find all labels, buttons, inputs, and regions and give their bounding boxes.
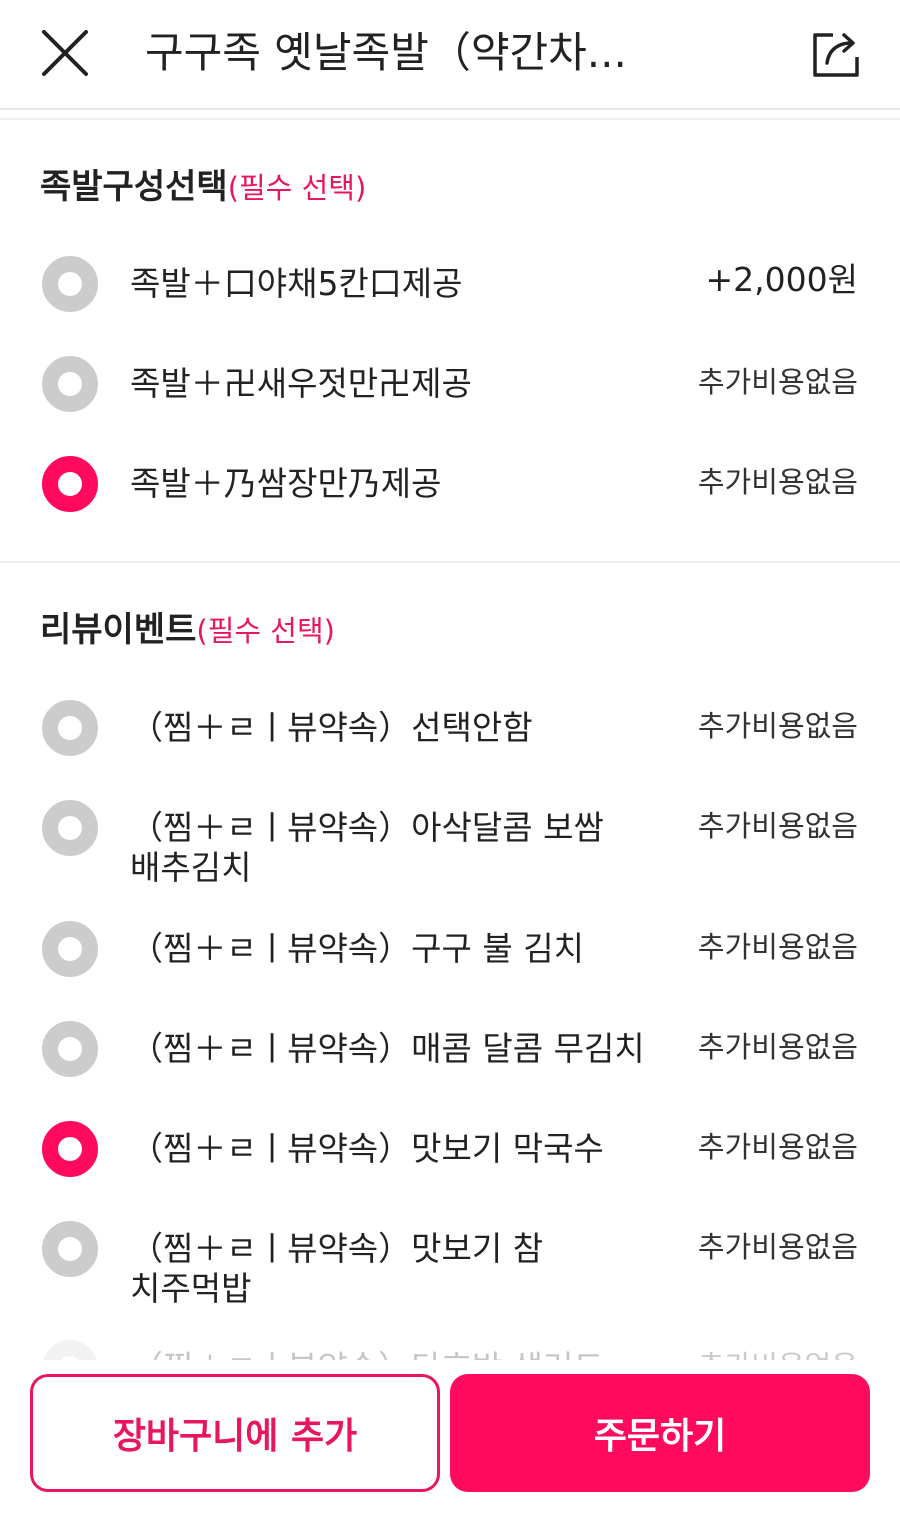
radio-button[interactable] <box>42 700 98 756</box>
add-to-cart-button[interactable]: 장바구니에 추가 <box>30 1374 440 1492</box>
option-price: 추가비용없음 <box>697 1230 858 1264</box>
share-icon <box>813 33 859 77</box>
option-label: （찜＋ㄹㅣ뷰약속）맛보기 참치주먹밥 <box>130 1229 544 1308</box>
radio-button[interactable] <box>42 800 98 856</box>
page-title: 구구족 옛날족발（약간차... <box>145 28 627 77</box>
section-title-text: 족발구성선택 <box>40 167 228 207</box>
option-label: （찜＋ㄹㅣ뷰약속）맛보기 막국수 <box>130 1129 604 1168</box>
option-price: 추가비용없음 <box>697 809 858 843</box>
radio-button[interactable] <box>42 1221 98 1277</box>
close-icon <box>42 30 88 76</box>
radio-button-selected[interactable] <box>42 456 98 512</box>
required-badge: (필수 선택) <box>196 614 335 648</box>
option-row[interactable]: 족발＋乃쌈장만乃제공 추가비용없음 <box>0 456 900 516</box>
close-button[interactable] <box>36 24 94 82</box>
radio-button[interactable] <box>42 921 98 977</box>
option-row[interactable]: （찜＋ㄹㅣ뷰약속）맛보기 참치주먹밥 추가비용없음 <box>0 1221 900 1311</box>
option-label: 족발＋乃쌈장만乃제공 <box>130 464 442 503</box>
option-price: 추가비용없음 <box>697 709 858 743</box>
share-button[interactable] <box>808 26 864 82</box>
order-button[interactable]: 주문하기 <box>450 1374 870 1492</box>
option-row[interactable]: （찜＋ㄹㅣ뷰약속）선택안함 추가비용없음 <box>0 700 900 760</box>
option-label: 족발＋卍새우젓만卍제공 <box>130 364 472 403</box>
option-label: （찜＋ㄹㅣ뷰약속）구구 불 김치 <box>130 929 584 968</box>
option-price: 추가비용없음 <box>697 1030 858 1064</box>
radio-button[interactable] <box>42 256 98 312</box>
option-label: 족발＋口야채5칸口제공 <box>130 264 463 303</box>
option-price: 추가비용없음 <box>697 365 858 399</box>
option-select-page: 구구족 옛날족발（약간차... 족발구성선택(필수 선택) 족발＋口야채5칸口제… <box>0 0 900 1533</box>
option-label: （찜＋ㄹㅣ뷰약속）아삭달콤 보쌈배추김치 <box>130 808 604 887</box>
option-row[interactable]: （찜＋ㄹㅣ뷰약속）매콤 달콤 무김치 추가비용없음 <box>0 1021 900 1081</box>
option-price: +2,000원 <box>705 260 858 299</box>
option-row[interactable]: 족발＋口야채5칸口제공 +2,000원 <box>0 256 900 316</box>
section-title-text: 리뷰이벤트 <box>40 610 197 650</box>
bottom-action-bar: 장바구니에 추가 주문하기 <box>0 1360 900 1533</box>
radio-button[interactable] <box>42 356 98 412</box>
radio-button[interactable] <box>42 1021 98 1077</box>
section-title-jokbal-composition: 족발구성선택(필수 선택) <box>40 165 366 210</box>
top-app-bar: 구구족 옛날족발（약간차... <box>0 0 900 110</box>
option-price: 추가비용없음 <box>697 930 858 964</box>
radio-button-selected[interactable] <box>42 1121 98 1177</box>
section-title-review-event: 리뷰이벤트(필수 선택) <box>40 608 335 653</box>
option-label: （찜＋ㄹㅣ뷰약속）매콤 달콤 무김치 <box>130 1029 645 1068</box>
option-label: （찜＋ㄹㅣ뷰약속）선택안함 <box>130 708 533 747</box>
header-separator <box>0 110 900 120</box>
required-badge: (필수 선택) <box>227 171 367 205</box>
option-row[interactable]: 족발＋卍새우젓만卍제공 추가비용없음 <box>0 356 900 416</box>
section-divider <box>0 561 900 563</box>
option-row[interactable]: （찜＋ㄹㅣ뷰약속）구구 불 김치 추가비용없음 <box>0 921 900 981</box>
option-row[interactable]: （찜＋ㄹㅣ뷰약속）아삭달콤 보쌈배추김치 추가비용없음 <box>0 800 900 890</box>
option-price: 추가비용없음 <box>697 1130 858 1164</box>
option-row[interactable]: （찜＋ㄹㅣ뷰약속）맛보기 막국수 추가비용없음 <box>0 1121 900 1181</box>
option-price: 추가비용없음 <box>697 465 858 499</box>
